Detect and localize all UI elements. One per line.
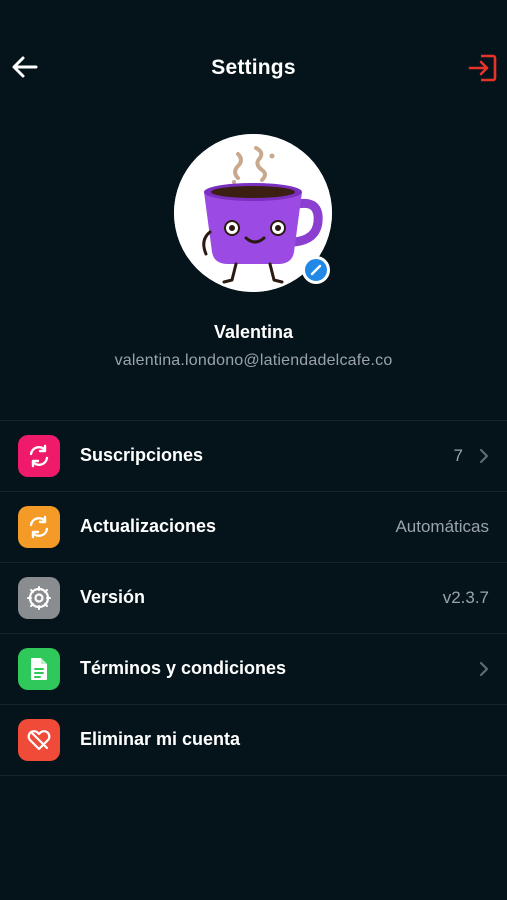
settings-item-terms[interactable]: Términos y condiciones: [0, 634, 507, 704]
updates-icon-tile: [18, 506, 60, 548]
pencil-icon: [310, 264, 322, 276]
divider: [0, 775, 507, 776]
settings-item-subscriptions[interactable]: Suscripciones 7: [0, 421, 507, 491]
profile-name: Valentina: [213, 322, 294, 342]
page-title: Settings: [211, 56, 296, 79]
sync-icon: [29, 444, 49, 468]
settings-item-version[interactable]: Versión v2.3.7: [0, 563, 507, 633]
version-value: v2.3.7: [442, 588, 489, 607]
settings-list: Suscripciones 7 Actualizaciones Automáti…: [0, 420, 507, 776]
terms-icon-tile: [18, 648, 60, 690]
updates-value: Automáticas: [395, 517, 489, 536]
avatar-container: [174, 134, 334, 294]
settings-item-label: Suscripciones: [80, 445, 204, 465]
version-icon-tile: [18, 577, 60, 619]
settings-item-delete-account[interactable]: Eliminar mi cuenta: [0, 705, 507, 775]
settings-item-label: Actualizaciones: [80, 516, 217, 536]
chevron-right-icon: [479, 661, 489, 677]
settings-screen: Settings Valentina valentina.londono@lat…: [0, 0, 507, 900]
edit-avatar-button[interactable]: [302, 256, 330, 284]
chevron-right-icon: [479, 448, 489, 464]
document-icon: [31, 658, 47, 680]
broken-heart-icon: [27, 730, 51, 751]
logout-icon: [468, 54, 497, 82]
gear-icon: [27, 586, 51, 610]
settings-item-label: Versión: [80, 587, 146, 607]
header: Settings: [0, 0, 507, 135]
settings-item-updates[interactable]: Actualizaciones Automáticas: [0, 492, 507, 562]
delete-account-icon-tile: [18, 719, 60, 761]
settings-item-label: Eliminar mi cuenta: [80, 729, 241, 749]
subscriptions-count: 7: [453, 446, 463, 465]
settings-item-label: Términos y condiciones: [80, 658, 287, 678]
logout-button[interactable]: [465, 50, 501, 86]
profile-email: valentina.londono@latiendadelcafe.co: [114, 352, 393, 369]
sync-icon: [29, 515, 49, 539]
subscriptions-icon-tile: [18, 435, 60, 477]
